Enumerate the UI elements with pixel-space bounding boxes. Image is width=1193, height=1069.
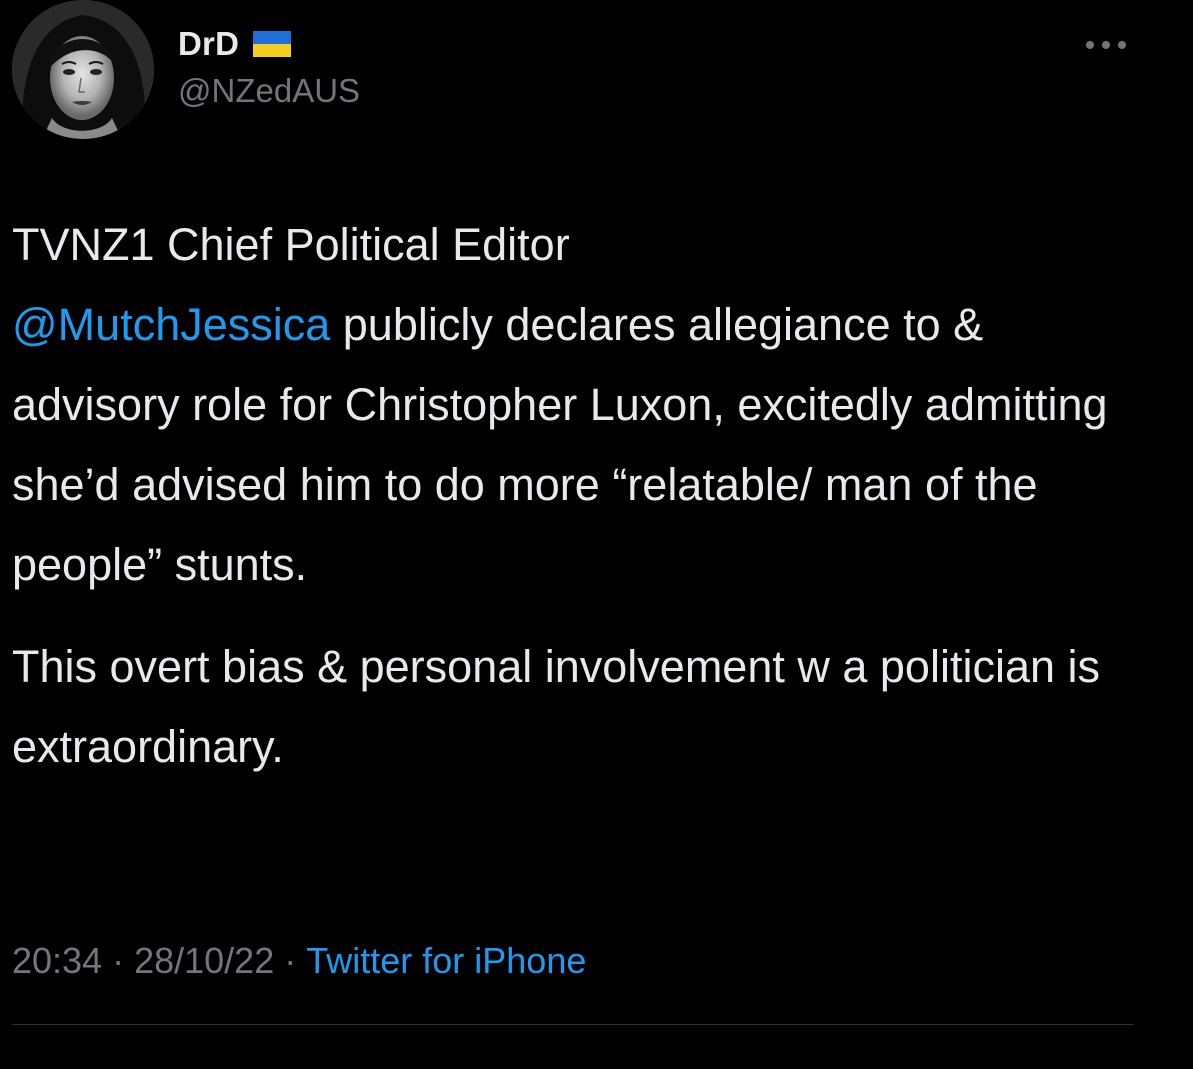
more-horizontal-icon: [1086, 41, 1126, 49]
tweet-paragraph: This overt bias & personal involvement w…: [12, 641, 1100, 772]
profile-photo: [12, 0, 154, 139]
author-name-row: DrD: [178, 22, 292, 66]
divider: [12, 1024, 1134, 1025]
tweet-source-link[interactable]: Twitter for iPhone: [306, 940, 586, 981]
ukraine-flag-icon: [253, 31, 292, 57]
meta-separator: ·: [112, 940, 125, 981]
more-button[interactable]: [1080, 30, 1132, 60]
avatar[interactable]: [12, 0, 154, 139]
meta-separator: ·: [284, 940, 297, 981]
tweet-date[interactable]: 28/10/22: [134, 940, 274, 981]
tweet-paragraph: TVNZ1 Chief Political Editor @MutchJessic…: [12, 205, 1162, 605]
tweet-time[interactable]: 20:34: [12, 940, 102, 981]
tweet-text-segment: TVNZ1 Chief Political Editor: [12, 219, 570, 270]
tweet: DrD @NZedAUS TVNZ1 Chief Political Edito…: [0, 0, 1193, 1069]
author-display-name[interactable]: DrD: [178, 25, 239, 63]
tweet-meta: 20:34 · 28/10/22 · Twitter for iPhone: [12, 940, 586, 982]
tweet-text: TVNZ1 Chief Political Editor @MutchJessic…: [12, 205, 1162, 787]
mention-link[interactable]: @MutchJessica: [12, 299, 330, 350]
author-handle[interactable]: @NZedAUS: [178, 72, 360, 110]
